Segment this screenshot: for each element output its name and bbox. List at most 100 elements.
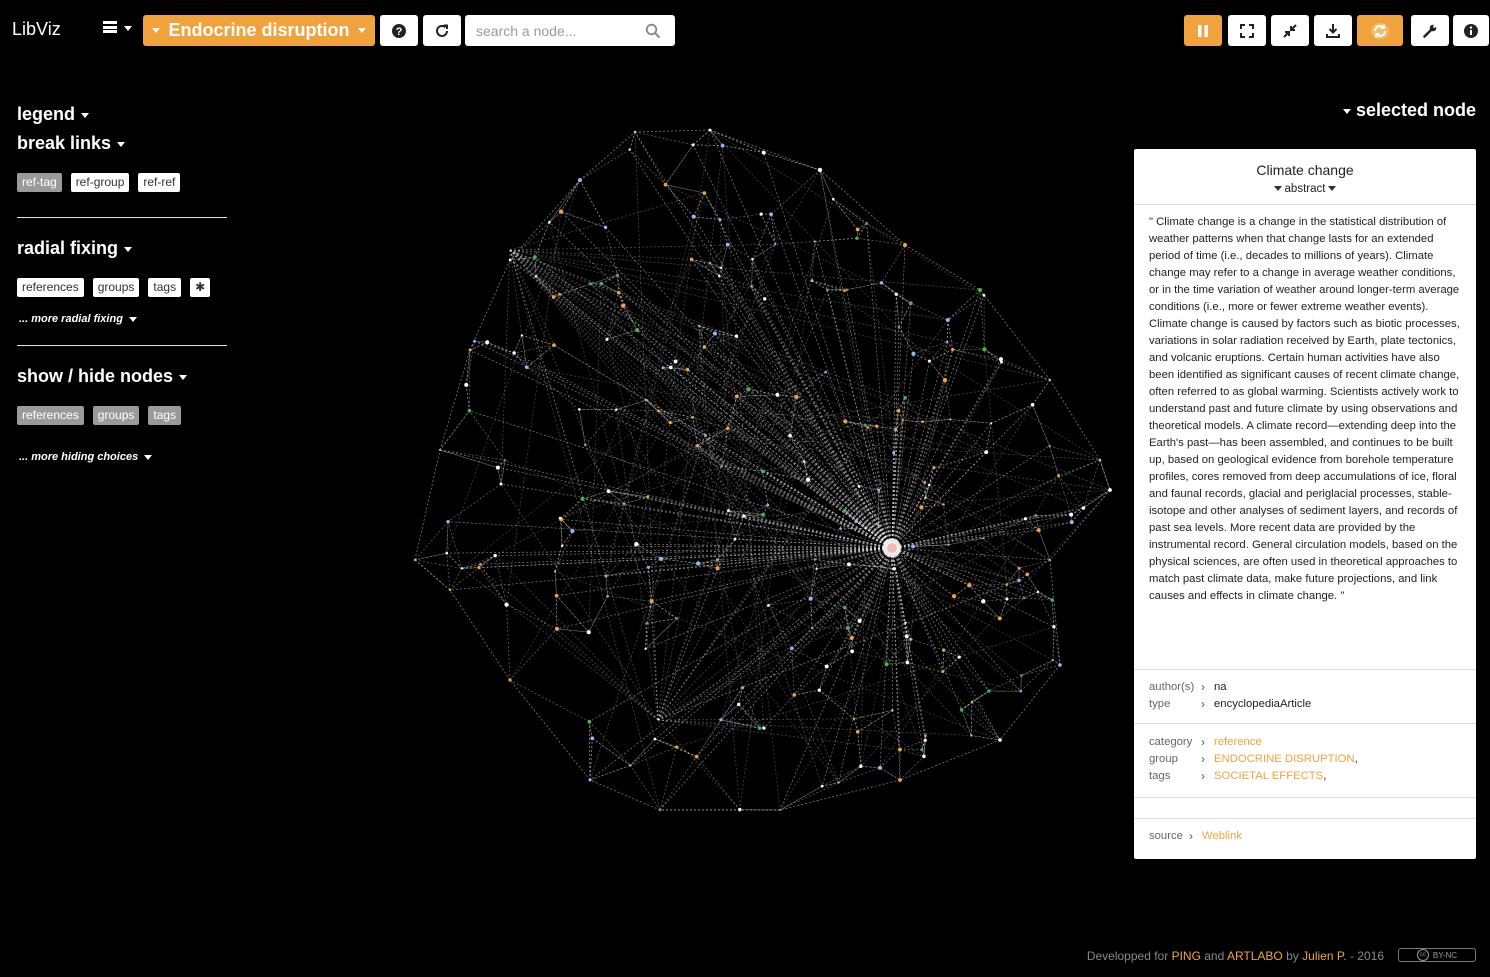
search-icon[interactable] xyxy=(645,23,661,39)
graph-node[interactable] xyxy=(1005,597,1009,601)
info-button[interactable] xyxy=(1453,15,1489,46)
graph-node[interactable] xyxy=(946,340,949,343)
graph-node[interactable] xyxy=(794,394,799,399)
graph-node[interactable] xyxy=(845,288,848,291)
collapse-button[interactable] xyxy=(1271,15,1309,46)
graph-node[interactable] xyxy=(635,327,640,333)
graph-node[interactable] xyxy=(850,649,855,654)
graph-node[interactable] xyxy=(532,255,537,260)
graph-node[interactable] xyxy=(892,567,896,571)
graph-node[interactable] xyxy=(898,778,902,782)
graph-node[interactable] xyxy=(957,655,961,659)
graph-node[interactable] xyxy=(558,209,564,214)
graph-node[interactable] xyxy=(864,527,867,530)
graph-node[interactable] xyxy=(928,483,931,487)
graph-node[interactable] xyxy=(927,359,931,363)
graph-node[interactable] xyxy=(1081,506,1086,510)
graph-node[interactable] xyxy=(808,596,813,601)
graph-node[interactable] xyxy=(1017,566,1021,570)
graph-node[interactable] xyxy=(1023,517,1028,521)
graph-node[interactable] xyxy=(606,594,609,598)
graph-node[interactable] xyxy=(951,594,957,599)
network-graph[interactable] xyxy=(400,120,1120,830)
group-link[interactable]: ENDOCRINE DISRUPTION xyxy=(1214,751,1355,768)
graph-node[interactable] xyxy=(894,292,898,296)
graph-node[interactable] xyxy=(702,191,707,195)
graph-node[interactable] xyxy=(922,754,926,759)
graph-node[interactable] xyxy=(875,424,879,428)
graph-node[interactable] xyxy=(908,301,913,306)
graph-node[interactable] xyxy=(1048,444,1051,448)
graph-node[interactable] xyxy=(898,747,902,752)
graph-node[interactable] xyxy=(1058,663,1062,667)
graph-node[interactable] xyxy=(673,359,678,364)
graph-node[interactable] xyxy=(691,143,695,147)
radial-fixing-toggle[interactable]: radial fixing xyxy=(17,238,133,259)
graph-node[interactable] xyxy=(767,604,770,607)
graph-node[interactable] xyxy=(586,629,591,635)
graph-node[interactable] xyxy=(726,509,730,513)
graph-node[interactable] xyxy=(719,718,723,722)
graph-node[interactable] xyxy=(616,290,621,295)
graph-node[interactable] xyxy=(905,660,910,665)
graph-node[interactable] xyxy=(775,392,780,397)
graph-node[interactable] xyxy=(879,281,884,285)
graph-node[interactable] xyxy=(843,605,847,610)
graph-node[interactable] xyxy=(495,465,500,470)
source-link[interactable]: Weblink xyxy=(1202,828,1242,845)
radial-fix-all[interactable]: ✱ xyxy=(190,278,211,297)
fullscreen-button[interactable] xyxy=(1228,15,1266,46)
graph-node[interactable] xyxy=(813,558,816,561)
category-link[interactable]: reference xyxy=(1214,734,1262,751)
graph-node[interactable] xyxy=(921,420,924,423)
graph-node[interactable] xyxy=(855,227,860,232)
graph-node[interactable] xyxy=(1051,659,1054,662)
graph-node[interactable] xyxy=(477,566,481,570)
graph-node[interactable] xyxy=(734,394,739,399)
graph-node[interactable] xyxy=(896,408,901,413)
graph-node[interactable] xyxy=(977,287,983,293)
graph-node[interactable] xyxy=(553,570,557,573)
graph-node[interactable] xyxy=(1005,583,1008,586)
graph-node[interactable] xyxy=(751,257,754,261)
graph-node[interactable] xyxy=(817,688,821,692)
graph-node[interactable] xyxy=(1020,674,1023,677)
graph-node[interactable] xyxy=(1050,598,1054,602)
graph-node[interactable] xyxy=(984,450,989,455)
graph-node[interactable] xyxy=(554,626,560,631)
graph-node[interactable] xyxy=(1019,690,1023,693)
graph-node[interactable] xyxy=(811,626,814,630)
graph-node[interactable] xyxy=(1052,625,1056,629)
graph-node[interactable] xyxy=(942,648,946,652)
graph-node[interactable] xyxy=(810,279,814,283)
graph-node[interactable] xyxy=(987,689,991,693)
pause-button[interactable] xyxy=(1184,15,1222,46)
graph-node[interactable] xyxy=(904,621,907,624)
graph-node[interactable] xyxy=(949,418,952,421)
graph-node[interactable] xyxy=(691,416,695,419)
graph-node[interactable] xyxy=(1036,528,1041,533)
graph-node[interactable] xyxy=(695,443,700,448)
graph-node[interactable] xyxy=(508,258,512,262)
graph-node[interactable] xyxy=(855,730,860,734)
download-button[interactable] xyxy=(1314,15,1352,46)
graph-node[interactable] xyxy=(849,636,854,641)
graph-node[interactable] xyxy=(668,420,672,425)
graph-node[interactable] xyxy=(788,433,792,438)
graph-node[interactable] xyxy=(1069,512,1074,517)
graph-node[interactable] xyxy=(715,558,719,562)
graph-node[interactable] xyxy=(947,543,950,546)
graph-node[interactable] xyxy=(750,285,753,288)
graph-node[interactable] xyxy=(761,512,766,517)
graph-node[interactable] xyxy=(658,808,662,812)
graph-node[interactable] xyxy=(560,544,564,548)
graph-node[interactable] xyxy=(923,738,927,742)
graph-node[interactable] xyxy=(1098,458,1102,462)
graph-node[interactable] xyxy=(762,726,766,730)
graph-node[interactable] xyxy=(894,427,898,432)
graph-node[interactable] xyxy=(715,566,720,571)
graph-node[interactable] xyxy=(815,567,818,570)
graph-node[interactable] xyxy=(855,236,859,240)
graph-node[interactable] xyxy=(1017,578,1021,583)
graph-node[interactable] xyxy=(1057,474,1061,478)
